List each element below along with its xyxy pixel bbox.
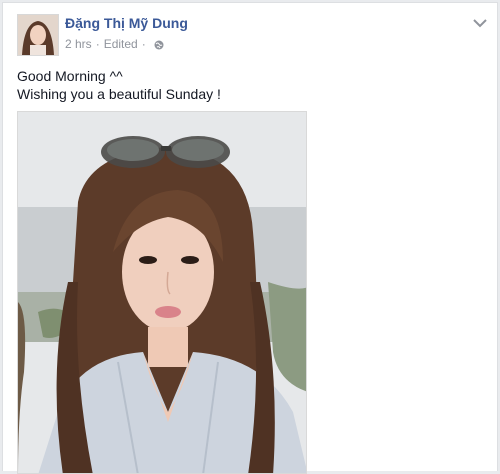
post-text: Good Morning ^^ Wishing you a beautiful … (17, 67, 221, 103)
globe-icon[interactable] (154, 39, 164, 50)
author-name[interactable]: Đặng Thị Mỹ Dung (65, 15, 188, 31)
post-text-line: Good Morning ^^ (17, 68, 123, 84)
author-avatar[interactable] (17, 14, 59, 56)
post-timestamp[interactable]: 2 hrs (65, 37, 92, 51)
chevron-down-icon[interactable] (473, 15, 487, 28)
post-card: Đặng Thị Mỹ Dung 2 hrs · Edited · Good M… (2, 2, 498, 474)
post-text-line: Wishing you a beautiful Sunday ! (17, 86, 221, 102)
meta-separator: · (141, 37, 146, 51)
post-meta: 2 hrs · Edited · (65, 37, 164, 51)
post-photo[interactable] (17, 111, 307, 474)
edited-label[interactable]: Edited (104, 37, 138, 51)
meta-separator: · (95, 37, 100, 51)
